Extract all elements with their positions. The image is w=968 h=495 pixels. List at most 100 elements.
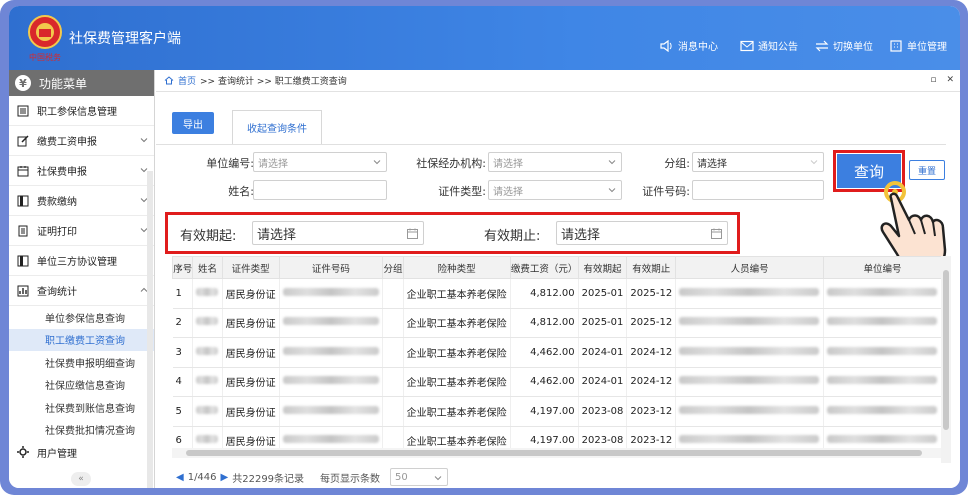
cell-name-redacted [192, 278, 223, 309]
cell-group [382, 278, 404, 309]
col-header[interactable]: 证件类型 [221, 256, 280, 279]
col-header[interactable]: 姓名 [192, 256, 223, 279]
id-number-input[interactable] [692, 180, 824, 200]
table-vertical-scrollbar[interactable] [941, 256, 951, 463]
reset-button[interactable]: 重置 [909, 160, 945, 180]
sidebar-subitem-unit-insurance[interactable]: 单位参保信息查询 [9, 306, 154, 329]
cell-no: 3 [172, 337, 194, 368]
id-type-select[interactable]: 请选择 [488, 180, 622, 200]
restore-icon[interactable]: ▫ [930, 75, 936, 85]
table-row[interactable]: 2 居民身份证 企业职工基本养老保险 4,812.00 2025-01 2025… [172, 308, 942, 338]
col-header[interactable]: 单位编号 [823, 256, 942, 279]
col-header[interactable]: 序号 [172, 256, 194, 279]
edit-icon [17, 134, 29, 146]
cell-group [382, 308, 404, 338]
end-date-picker[interactable]: 请选择 [556, 221, 728, 245]
table-row[interactable]: 4 居民身份证 企业职工基本养老保险 4,462.00 2024-01 2024… [172, 367, 942, 397]
swap-icon [815, 40, 829, 51]
chevron-down-icon [140, 138, 148, 143]
sidebar-item-user-management[interactable]: 用户管理 [9, 441, 154, 463]
cell-unit-no-redacted [823, 396, 942, 427]
sidebar-subitem-declaration-detail[interactable]: 社保费申报明细查询 [9, 351, 154, 374]
list-icon [17, 105, 29, 116]
cell-person-no-redacted [675, 396, 825, 427]
col-header[interactable]: 分组 [382, 256, 404, 279]
sidebar-item-label: 用户管理 [37, 448, 77, 460]
unit-management-label: 单位管理 [907, 42, 947, 53]
cell-wage: 4,812.00 [510, 308, 579, 338]
sidebar-item-wage-declaration[interactable]: 缴费工资申报 [9, 126, 154, 156]
start-date-picker[interactable]: 请选择 [252, 221, 424, 245]
col-header[interactable]: 人员编号 [675, 256, 825, 279]
sidebar: ¥ 功能菜单 职工参保信息管理 缴费工资申报 社保费申报 费款缴纳 证明打印 单… [9, 70, 155, 488]
unit-management-button[interactable]: 单位管理 [889, 38, 947, 53]
mail-icon [740, 40, 754, 51]
chevron-down-icon [608, 188, 616, 193]
cell-person-no-redacted [675, 308, 825, 338]
page-indicator: 1/446 [187, 471, 217, 483]
speaker-icon [660, 39, 672, 52]
chart-icon [17, 285, 29, 296]
calendar-icon [407, 228, 418, 239]
collapse-conditions-tab[interactable]: 收起查询条件 [232, 110, 322, 144]
table-row[interactable]: 1 居民身份证 企业职工基本养老保险 4,812.00 2025-01 2025… [172, 278, 942, 309]
page-size-label: 每页显示条数 [320, 473, 381, 485]
col-header[interactable]: 险种类型 [402, 256, 511, 279]
col-header[interactable]: 证件号码 [278, 256, 384, 279]
prev-page-icon[interactable]: ◀ [176, 472, 184, 483]
cell-end: 2024-12 [626, 337, 677, 368]
sidebar-subitem-payable-info[interactable]: 社保应缴信息查询 [9, 374, 154, 397]
group-select[interactable]: 请选择 [692, 152, 824, 172]
notice-button[interactable]: 通知公告 [740, 38, 798, 53]
total-records: 共22299条记录 [232, 473, 305, 485]
sidebar-item-fee-declaration[interactable]: 社保费申报 [9, 156, 154, 186]
col-header[interactable]: 缴费工资（元） [509, 256, 579, 279]
cell-id-number-redacted [279, 308, 384, 338]
cell-no: 2 [172, 308, 194, 338]
start-date-placeholder: 请选择 [257, 227, 297, 243]
sidebar-scrollbar[interactable] [147, 171, 153, 488]
id-type-placeholder: 请选择 [493, 186, 523, 198]
page-size-value: 50 [395, 471, 408, 483]
breadcrumb-home[interactable]: 首页 [178, 74, 196, 87]
sidebar-item-payment[interactable]: 费款缴纳 [9, 186, 154, 216]
page-size-select[interactable]: 50 [390, 468, 449, 486]
table-horizontal-scrollbar[interactable] [172, 448, 941, 458]
scroll-thumb[interactable] [943, 270, 949, 430]
scroll-thumb[interactable] [186, 450, 922, 456]
switch-unit-label: 切换单位 [833, 42, 873, 53]
notice-label: 通知公告 [758, 42, 798, 53]
col-header[interactable]: 有效期起 [577, 256, 628, 279]
id-number-label: 证件号码: [642, 185, 690, 198]
sidebar-item-query-statistics[interactable]: 查询统计 [9, 276, 154, 306]
message-center-button[interactable]: 消息中心 [660, 38, 718, 53]
main-content: 首页 >> 查询统计 >> 职工缴费工资查询 ▫ ✕ 导出 收起查询条件 单位编… [156, 70, 960, 488]
sidebar-item-certificate-print[interactable]: 证明打印 [9, 216, 154, 246]
cell-id-type: 居民身份证 [222, 337, 280, 368]
name-label: 姓名: [228, 185, 254, 198]
unit-code-select[interactable]: 请选择 [253, 152, 387, 172]
sidebar-item-tripartite-agreement[interactable]: 单位三方协议管理 [9, 246, 154, 276]
next-page-icon[interactable]: ▶ [221, 472, 229, 483]
sidebar-subitem-batch-deduction[interactable]: 社保费批扣情况查询 [9, 419, 154, 442]
id-type-label: 证件类型: [438, 185, 486, 198]
sidebar-subitem-received-info[interactable]: 社保费到账信息查询 [9, 396, 154, 419]
cell-name-redacted [192, 367, 223, 397]
cell-id-type: 居民身份证 [222, 278, 280, 309]
sidebar-subitem-wage-query[interactable]: 职工缴费工资查询 [9, 328, 154, 351]
group-placeholder: 请选择 [697, 158, 727, 170]
cell-id-type: 居民身份证 [222, 396, 280, 427]
col-header[interactable]: 有效期止 [626, 256, 677, 279]
table-row[interactable]: 3 居民身份证 企业职工基本养老保险 4,462.00 2024-01 2024… [172, 337, 942, 368]
name-input[interactable] [253, 180, 387, 200]
cell-end: 2024-12 [626, 367, 677, 397]
cell-end: 2025-12 [626, 308, 677, 338]
agency-select[interactable]: 请选择 [488, 152, 622, 172]
book-icon [17, 195, 29, 206]
sidebar-item-employee-insurance[interactable]: 职工参保信息管理 [9, 96, 154, 126]
table-row[interactable]: 5 居民身份证 企业职工基本养老保险 4,197.00 2023-08 2023… [172, 396, 942, 427]
switch-unit-button[interactable]: 切换单位 [815, 38, 873, 53]
close-icon[interactable]: ✕ [946, 75, 954, 85]
export-button[interactable]: 导出 [172, 112, 214, 134]
collapse-sidebar-icon[interactable]: « [71, 472, 91, 486]
